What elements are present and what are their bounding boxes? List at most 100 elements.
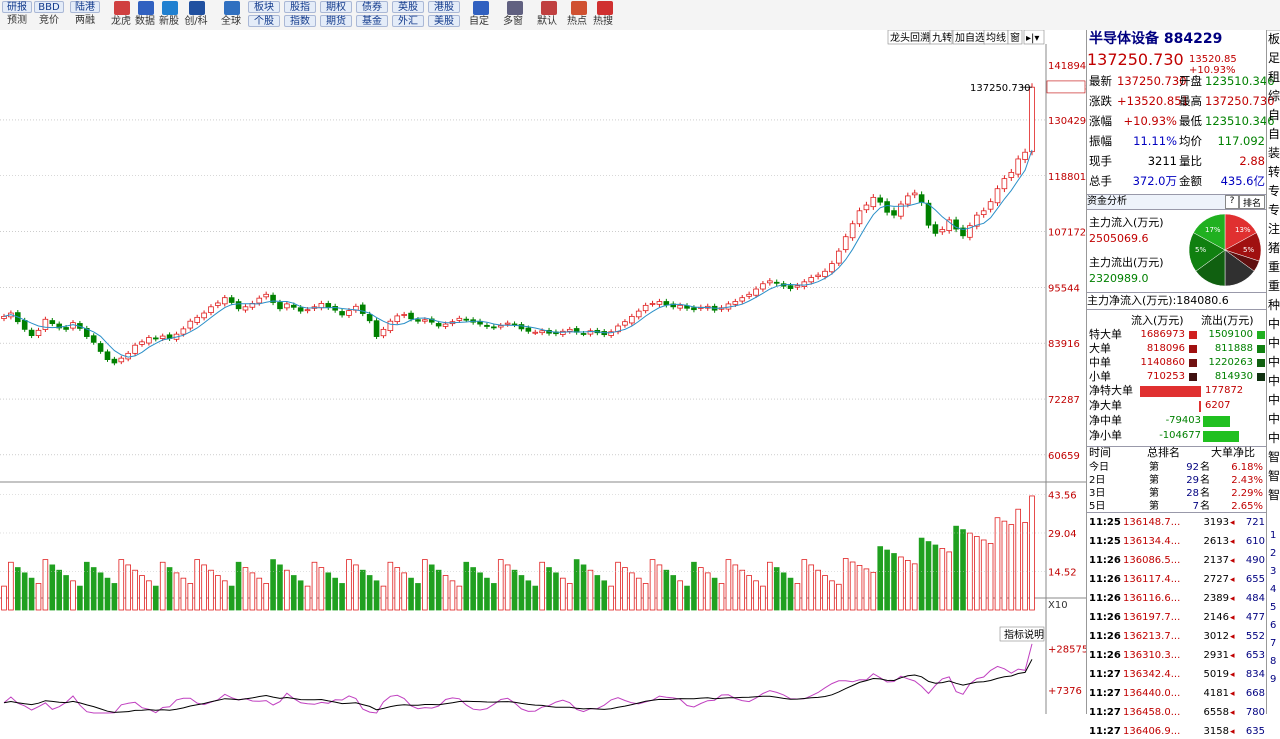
volume-axis-unit: X10	[1048, 600, 1068, 611]
side-list-number[interactable]: 9	[1270, 672, 1276, 688]
toolbar-sub-2[interactable]: 两融	[70, 15, 100, 26]
tick-price: 136197.7...	[1123, 612, 1181, 623]
side-list-number[interactable]: 5	[1270, 600, 1276, 616]
side-list-number[interactable]: 6	[1270, 618, 1276, 634]
toolbar-right-icon-0[interactable]	[473, 1, 489, 15]
side-list-item[interactable]: 自	[1268, 106, 1280, 125]
side-list-item[interactable]: 中	[1268, 372, 1280, 391]
side-list-item[interactable]: 专	[1268, 201, 1280, 220]
toolbar-button-2[interactable]: 陆港	[70, 1, 100, 13]
kline-chart-area[interactable]: 龙头回溯九转加自选均线窗▸|▾1418941373081304291188011…	[0, 29, 1088, 714]
tick-price: 136342.4...	[1123, 669, 1181, 680]
volume-bar	[711, 577, 718, 611]
toolbar-mid-button-0[interactable]: 板块	[248, 1, 280, 13]
toolbar-mid-sub-3[interactable]: 基金	[356, 15, 388, 27]
toolbar-icon-4[interactable]	[224, 1, 240, 15]
side-list-number[interactable]: 8	[1270, 654, 1276, 670]
toolbar-mid-sub-1[interactable]: 指数	[284, 15, 316, 27]
side-list-item[interactable]: 专	[1268, 182, 1280, 201]
toolbar-icon-1[interactable]	[138, 1, 154, 15]
inflow-label: 主力流入(万元)	[1089, 216, 1164, 229]
candle-body	[290, 304, 297, 308]
candle-body	[642, 304, 649, 312]
toolbar-button-1[interactable]: BBD	[34, 1, 64, 13]
quote-panel: 半导体设备 884229 137250.730 13520.85 +10.93% 最新…	[1086, 30, 1275, 737]
side-list-item[interactable]: 注	[1268, 220, 1280, 239]
toolbar-mid-button-2[interactable]: 期权	[320, 1, 352, 13]
toolbar-sub-0[interactable]: 预测	[2, 15, 32, 26]
side-list-item[interactable]: 转	[1268, 163, 1280, 182]
candle-body	[753, 288, 759, 296]
toolbar-right-icon-4[interactable]	[597, 1, 613, 15]
side-list-item[interactable]: 重	[1268, 277, 1280, 296]
candle-body	[746, 293, 752, 297]
fund-rank-button[interactable]: 排名	[1239, 195, 1265, 209]
side-list-item[interactable]: 中	[1268, 391, 1280, 410]
side-list-number[interactable]: 4	[1270, 582, 1276, 598]
toolbar-icon-label-3[interactable]: 创/科	[181, 16, 211, 28]
side-list-item[interactable]: 租	[1268, 68, 1280, 87]
side-list-item[interactable]: 中	[1268, 353, 1280, 372]
side-list-item[interactable]: 猪	[1268, 239, 1280, 258]
toolbar-right-label-1[interactable]: 多窗	[498, 16, 528, 28]
toolbar-right-icon-3[interactable]	[571, 1, 587, 15]
toolbar-right-icon-2[interactable]	[541, 1, 557, 15]
indicator-help-label[interactable]: 指标说明	[1004, 628, 1044, 641]
toolbar-icon-0[interactable]	[114, 1, 130, 15]
toolbar-mid-button-4[interactable]: 英股	[392, 1, 424, 13]
chart-nav-icon[interactable]: ▸|▾	[1026, 33, 1039, 44]
toolbar-icon-label-2[interactable]: 新股	[154, 16, 184, 28]
side-list-item[interactable]: 种	[1268, 296, 1280, 315]
toolbar-button-0[interactable]: 研报	[2, 1, 32, 13]
chart-tab-label-1[interactable]: 九转	[932, 31, 952, 44]
toolbar-mid-sub-0[interactable]: 个股	[248, 15, 280, 27]
side-list-item[interactable]: 综	[1268, 87, 1280, 106]
toolbar-mid-sub-2[interactable]: 期货	[320, 15, 352, 27]
flow-out-swatch	[1257, 359, 1265, 367]
toolbar-mid-sub-4[interactable]: 外汇	[392, 15, 424, 27]
chart-tab-label-4[interactable]: 窗	[1010, 31, 1020, 44]
toolbar-right-label-4[interactable]: 热搜	[588, 16, 618, 28]
side-list[interactable]: 板足租综自自装转专专注猪重重种中中中中中中中智智智123456789	[1266, 30, 1280, 714]
chart-tab-label-3[interactable]: 均线	[986, 31, 1006, 44]
toolbar-icon-3[interactable]	[189, 1, 205, 15]
volume-bar	[546, 567, 552, 611]
side-list-item[interactable]: 智	[1268, 486, 1280, 505]
side-list-item[interactable]: 中	[1268, 429, 1280, 448]
candle-body	[104, 351, 111, 361]
side-list-item[interactable]: 中	[1268, 334, 1280, 353]
toolbar-icon-2[interactable]	[162, 1, 178, 15]
side-list-item[interactable]: 智	[1268, 467, 1280, 486]
toolbar-mid-sub-5[interactable]: 美股	[428, 15, 460, 27]
side-list-item[interactable]: 重	[1268, 258, 1280, 277]
volume-bar	[332, 577, 338, 611]
toolbar-right-icon-1[interactable]	[507, 1, 523, 15]
indicator-axis-label: +7376	[1048, 686, 1082, 697]
volume-bar	[387, 561, 394, 611]
quote-row-value: 137250.730	[1117, 74, 1187, 88]
side-list-number[interactable]: 7	[1270, 636, 1276, 652]
toolbar-right-label-0[interactable]: 自定	[464, 16, 494, 28]
toolbar-sub-1[interactable]: 竞价	[34, 15, 64, 26]
side-list-item[interactable]: 装	[1268, 144, 1280, 163]
toolbar-icon-label-4[interactable]: 全球	[216, 16, 246, 28]
kline-chart-svg[interactable]: 龙头回溯九转加自选均线窗▸|▾1418941373081304291188011…	[0, 29, 1088, 714]
chart-tab-label-0[interactable]: 龙头回溯	[890, 31, 930, 44]
side-list-item[interactable]: 中	[1268, 315, 1280, 334]
side-list-item[interactable]: 自	[1268, 125, 1280, 144]
side-list-number[interactable]: 3	[1270, 564, 1276, 580]
chart-tab-label-2[interactable]: 加自选	[955, 31, 985, 44]
toolbar-mid-button-1[interactable]: 股指	[284, 1, 316, 13]
side-list-item[interactable]: 智	[1268, 448, 1280, 467]
side-list-number[interactable]: 2	[1270, 546, 1276, 562]
side-list-number[interactable]: 1	[1270, 528, 1276, 544]
toolbar-mid-button-3[interactable]: 债券	[356, 1, 388, 13]
toolbar-mid-button-5[interactable]: 港股	[428, 1, 460, 13]
volume-bar	[104, 577, 111, 611]
side-list-item[interactable]: 板	[1268, 30, 1280, 49]
toolbar-right-label-2[interactable]: 默认	[532, 16, 562, 28]
fund-help-button[interactable]: ?	[1225, 195, 1239, 209]
side-list-item[interactable]: 中	[1268, 410, 1280, 429]
volume-bar	[794, 583, 801, 611]
side-list-item[interactable]: 足	[1268, 49, 1280, 68]
